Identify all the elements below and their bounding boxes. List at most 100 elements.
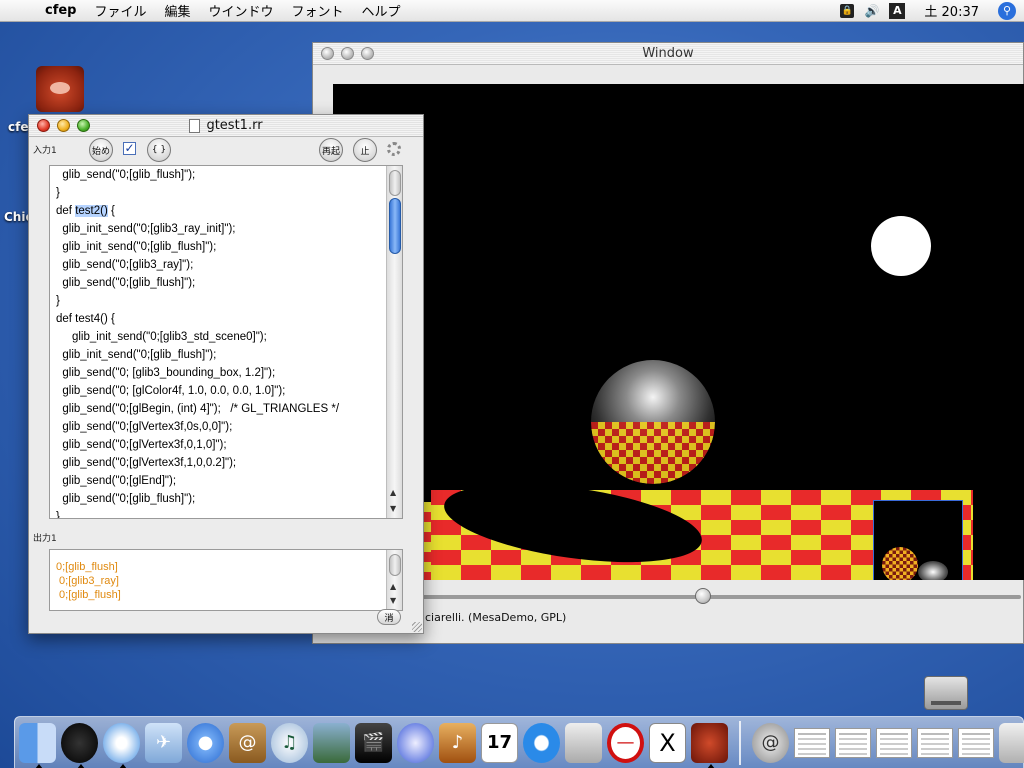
close-button[interactable] — [321, 47, 334, 60]
close-button[interactable] — [37, 119, 50, 132]
running-indicator — [35, 763, 43, 768]
code-line[interactable]: glib_init_send("0;[glib_flush]"); — [50, 346, 402, 364]
selected-text[interactable]: test2() — [75, 205, 108, 217]
menu-clock[interactable]: 土 20:37 — [915, 1, 988, 20]
code-line[interactable]: } — [50, 184, 402, 202]
code-line[interactable]: def test2() { — [50, 202, 402, 220]
quicktime-icon[interactable] — [523, 722, 560, 763]
minimized-window-3[interactable] — [876, 727, 912, 758]
garageband-icon[interactable]: ♪ — [439, 722, 476, 763]
code-line[interactable]: glib_send("0;[glib3_ray]"); — [50, 256, 402, 274]
output-scroll-thumb[interactable] — [389, 554, 401, 576]
code-line[interactable]: glib_send("0;[glib_flush]"); — [50, 490, 402, 508]
editor-titlebar[interactable]: gtest1.rr — [29, 115, 423, 137]
slider-track[interactable] — [421, 595, 1021, 599]
scroll-thumb[interactable] — [389, 198, 401, 254]
idvd-icon[interactable] — [397, 722, 434, 763]
menu-window[interactable]: ウインドウ — [200, 1, 283, 20]
desktop-icon-label[interactable]: cfe — [8, 120, 28, 134]
code-line[interactable]: glib_send("0;[glEnd]"); — [50, 472, 402, 490]
stop-button[interactable]: 止 — [353, 138, 377, 162]
code-line[interactable]: glib_send("0;[glBegin, (int) 4]"); /* GL… — [50, 400, 402, 418]
menu-help[interactable]: ヘルプ — [353, 1, 410, 20]
minimized-window-2[interactable] — [835, 727, 871, 758]
code-line[interactable]: glib_send("0;[glib_flush]"); — [50, 166, 402, 184]
scroll-up-arrow-icon[interactable]: ▲ — [390, 488, 396, 497]
scroll-cap — [389, 170, 401, 196]
code-line[interactable]: glib_send("0;[glib_flush]"); — [50, 274, 402, 292]
trash-icon[interactable] — [999, 722, 1024, 763]
code-line[interactable]: glib_send("0;[glVertex3f,1,0,0.2]"); — [50, 454, 402, 472]
imovie-icon[interactable]: 🎬 — [355, 722, 392, 763]
gl-window-titlebar[interactable]: Window — [313, 43, 1023, 65]
x11-icon[interactable]: X — [649, 722, 686, 763]
reflection-preview — [873, 500, 963, 580]
minimize-button[interactable] — [57, 119, 70, 132]
code-line[interactable]: glib_init_send("0;[glib3_ray_init]"); — [50, 220, 402, 238]
minimize-button[interactable] — [341, 47, 354, 60]
mail-icon[interactable]: ✈ — [145, 722, 182, 763]
menu-edit[interactable]: 編集 — [156, 1, 200, 20]
menu-app-name[interactable]: cfep — [36, 3, 85, 18]
dock: ✈ ● @ ♫ 🎬 ♪ 17 — X @ — [14, 716, 1024, 768]
menu-file[interactable]: ファイル — [85, 1, 155, 20]
option-checkbox[interactable]: ✓ — [123, 142, 136, 155]
address-book-icon[interactable]: @ — [229, 722, 266, 763]
scroll-up-arrow-icon[interactable]: ▲ — [390, 582, 396, 591]
gl-render-view[interactable] — [333, 84, 1024, 580]
ical-icon[interactable]: 17 — [481, 722, 518, 763]
finder-icon[interactable] — [19, 722, 56, 768]
output-pane[interactable]: 0;[glib_flush] 0;[glib3_ray] 0;[glib_flu… — [49, 549, 403, 611]
minimized-window-5[interactable] — [958, 727, 994, 758]
restart-button[interactable]: 再起 — [319, 138, 343, 162]
scroll-down-arrow-icon[interactable]: ▼ — [390, 504, 396, 513]
code-editor[interactable]: glib_send("0;[glib_flush]");} def test2()… — [49, 165, 403, 519]
output-scrollbar[interactable]: ▲ ▼ — [386, 550, 402, 610]
itunes-icon[interactable]: ♫ — [271, 722, 308, 763]
cfep-dock-icon[interactable] — [691, 722, 728, 768]
reflective-sphere — [591, 360, 715, 484]
volume-icon[interactable]: 🔊 — [864, 4, 879, 18]
lock-icon[interactable]: 🔒 — [840, 3, 855, 18]
code-line[interactable]: glib_send("0; [glib3_bounding_box, 1.2]"… — [50, 364, 402, 382]
slider-knob[interactable] — [695, 588, 711, 604]
braces-button[interactable]: { } — [147, 138, 171, 162]
system-preferences-icon[interactable] — [565, 722, 602, 763]
spotlight-icon[interactable]: ⚲ — [998, 1, 1016, 20]
start-button[interactable]: 始め — [89, 138, 113, 162]
minimized-window-1[interactable] — [794, 727, 830, 758]
input-menu-icon[interactable]: A — [889, 2, 906, 19]
zoom-button[interactable] — [361, 47, 374, 60]
code-line[interactable]: glib_send("0;[glVertex3f,0,1,0]"); — [50, 436, 402, 454]
zoom-button[interactable] — [77, 119, 90, 132]
iphoto-icon[interactable] — [313, 722, 350, 763]
editor-window: gtest1.rr 入力1 始め ✓ { } 再起 止 glib_send("0… — [28, 114, 424, 634]
menu-font[interactable]: フォント — [283, 1, 353, 20]
minimized-window-4[interactable] — [917, 727, 953, 758]
clear-button[interactable]: 消 — [377, 609, 401, 625]
code-line[interactable]: glib_send("0; [glColor4f, 1.0, 0.0, 0.0,… — [50, 382, 402, 400]
hard-drive-icon[interactable] — [924, 676, 968, 710]
code-line[interactable]: def test4() { — [50, 310, 402, 328]
credit-text: ciarelli. (MesaDemo, GPL) — [425, 611, 567, 624]
code-line[interactable]: glib_send("0;[glVertex3f,0s,0,0]"); — [50, 418, 402, 436]
cfep-desktop-icon[interactable] — [36, 66, 84, 112]
resize-grip-icon[interactable] — [412, 622, 422, 632]
code-line[interactable]: glib_init_send("0;[glib3_std_scene0]"); — [50, 328, 402, 346]
code-line[interactable]: glib_init_send("0;[glib_flush]"); — [50, 238, 402, 256]
output-line: 0;[glib_flush] — [56, 561, 118, 573]
output-lines: 0;[glib_flush] 0;[glib3_ray] 0;[glib_flu… — [50, 560, 402, 602]
progress-spinner-icon — [387, 142, 401, 156]
ichat-icon[interactable]: ● — [187, 722, 224, 763]
no-entry-icon[interactable]: — — [607, 722, 644, 763]
code-scrollbar[interactable]: ▲ ▼ — [386, 166, 402, 518]
output-line: 0;[glib3_ray] — [56, 575, 119, 587]
code-line[interactable]: } — [50, 508, 402, 518]
safari-icon[interactable] — [103, 722, 140, 768]
dock-separator — [739, 720, 741, 765]
dashboard-icon[interactable] — [61, 722, 98, 768]
scroll-down-arrow-icon[interactable]: ▼ — [390, 596, 396, 605]
editor-title: gtest1.rr — [206, 118, 263, 133]
code-line[interactable]: } — [50, 292, 402, 310]
network-icon[interactable]: @ — [752, 722, 789, 763]
